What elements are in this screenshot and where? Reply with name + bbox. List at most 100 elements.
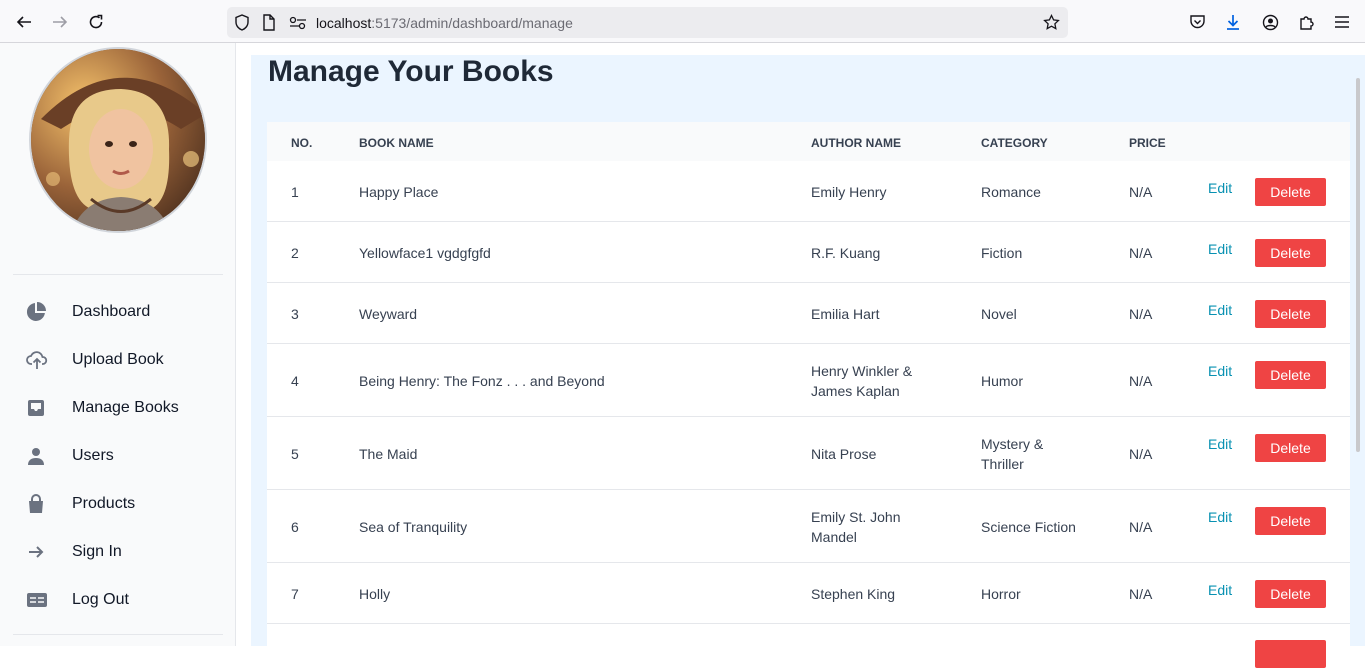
sidebar-item-label: Dashboard xyxy=(72,303,151,320)
cell-price: N/A xyxy=(1129,373,1153,389)
main-content: Manage Your Books NO. BOOK NAME AUTHOR N… xyxy=(251,55,1365,668)
cell-book-name: Happy Place xyxy=(359,184,439,200)
menu-button[interactable] xyxy=(1332,12,1352,32)
hamburger-icon xyxy=(1335,16,1349,28)
column-header-author-name: AUTHOR NAME xyxy=(811,136,901,150)
sidebar-item-label: Sign In xyxy=(72,543,122,560)
cell-price: N/A xyxy=(1129,245,1153,261)
cell-category: Horror xyxy=(981,586,1021,602)
delete-button[interactable]: Delete xyxy=(1255,361,1326,389)
sidebar-item-manage-books[interactable]: Manage Books xyxy=(26,390,216,426)
page-title: Manage Your Books xyxy=(268,55,554,88)
cell-price: N/A xyxy=(1129,519,1153,535)
sidebar-item-label: Users xyxy=(72,447,114,464)
delete-button[interactable]: Delete xyxy=(1255,580,1326,608)
table-row: 7 Holly Stephen King Horror N/A Edit Del… xyxy=(267,563,1350,624)
cell-category: Romance xyxy=(981,184,1041,200)
pocket-icon xyxy=(1189,15,1205,29)
cell-price: N/A xyxy=(1129,306,1153,322)
edit-link[interactable]: Edit xyxy=(1208,180,1232,196)
cell-no: 7 xyxy=(291,586,299,602)
cell-author: Stephen King xyxy=(811,586,896,602)
table-row: 6 Sea of Tranquility Emily St. John Mand… xyxy=(267,490,1350,563)
avatar xyxy=(29,47,207,233)
cell-category: Mystery & Thriller xyxy=(981,436,1044,472)
cell-no: 1 xyxy=(291,184,299,200)
reload-button[interactable] xyxy=(85,11,107,33)
sidebar-item-sign-in[interactable]: Sign In xyxy=(26,534,216,570)
extensions-button[interactable] xyxy=(1296,12,1316,32)
column-header-category: CATEGORY xyxy=(981,136,1048,150)
cell-book-name: The Maid xyxy=(359,446,418,462)
sidebar-item-dashboard[interactable]: Dashboard xyxy=(26,294,216,330)
edit-link[interactable]: Edit xyxy=(1208,363,1232,379)
sidebar-item-log-out[interactable]: Log Out xyxy=(26,582,216,618)
bookmark-star-icon[interactable] xyxy=(1043,14,1060,31)
chart-pie-icon xyxy=(26,301,54,323)
sidebar-item-products[interactable]: Products xyxy=(26,486,216,522)
edit-link[interactable]: Edit xyxy=(1208,241,1232,257)
table-row: 4 Being Henry: The Fonz . . . and Beyond… xyxy=(267,344,1350,417)
page-icon xyxy=(263,14,275,31)
delete-button[interactable]: Delete xyxy=(1255,178,1326,206)
arrow-left-icon xyxy=(16,16,31,28)
forward-button[interactable] xyxy=(49,11,71,33)
url-bar[interactable]: localhost:5173/admin/dashboard/manage xyxy=(227,7,1068,38)
delete-button[interactable]: Delete xyxy=(1255,300,1326,328)
sidebar-item-label: Log Out xyxy=(72,591,129,608)
user-icon xyxy=(26,445,54,467)
account-button[interactable] xyxy=(1260,12,1280,32)
cell-price: N/A xyxy=(1129,184,1153,200)
sidebar-item-upload-book[interactable]: Upload Book xyxy=(26,342,216,378)
delete-button-partial[interactable] xyxy=(1255,640,1326,668)
downloads-button[interactable] xyxy=(1223,12,1243,32)
table-row: 1 Happy Place Emily Henry Romance N/A Ed… xyxy=(267,161,1350,222)
sidebar-item-label: Manage Books xyxy=(72,399,179,416)
sidebar-item-label: Upload Book xyxy=(72,351,164,368)
sidebar-divider xyxy=(13,274,223,275)
table-row: 2 Yellowface1 vgdgfgfd R.F. Kuang Fictio… xyxy=(267,222,1350,283)
shopping-bag-icon xyxy=(26,493,54,515)
cell-book-name: Being Henry: The Fonz . . . and Beyond xyxy=(359,373,605,389)
arrow-right-icon xyxy=(26,541,54,563)
table-row: 3 Weyward Emilia Hart Novel N/A Edit Del… xyxy=(267,283,1350,344)
cell-author: R.F. Kuang xyxy=(811,245,881,261)
sidebar-item-label: Products xyxy=(72,495,136,512)
reload-icon xyxy=(89,14,103,29)
back-button[interactable] xyxy=(13,11,35,33)
edit-link[interactable]: Edit xyxy=(1208,582,1232,598)
inbox-icon xyxy=(26,397,54,419)
edit-link[interactable]: Edit xyxy=(1208,509,1232,525)
column-header-no: NO. xyxy=(291,136,313,150)
cell-category: Fiction xyxy=(981,245,1023,261)
cell-category: Humor xyxy=(981,373,1024,389)
browser-toolbar: localhost:5173/admin/dashboard/manage xyxy=(0,0,1365,43)
download-icon xyxy=(1227,14,1239,30)
scrollbar[interactable] xyxy=(1356,78,1360,452)
cell-no: 3 xyxy=(291,306,299,322)
delete-button[interactable]: Delete xyxy=(1255,507,1326,535)
cell-no: 6 xyxy=(291,519,299,535)
cell-book-name: Weyward xyxy=(359,306,418,322)
edit-link[interactable]: Edit xyxy=(1208,436,1232,452)
cell-author: Emily St. John Mandel xyxy=(811,509,901,545)
pocket-button[interactable] xyxy=(1187,12,1207,32)
shield-icon xyxy=(235,14,249,31)
cell-author: Henry Winkler & James Kaplan xyxy=(811,363,913,399)
table-row xyxy=(267,624,1350,668)
sidebar-item-users[interactable]: Users xyxy=(26,438,216,474)
delete-button[interactable]: Delete xyxy=(1255,239,1326,267)
cell-book-name: Holly xyxy=(359,586,391,602)
cell-author: Emilia Hart xyxy=(811,306,880,322)
cell-category: Science Fiction xyxy=(981,519,1076,535)
edit-link[interactable]: Edit xyxy=(1208,302,1232,318)
cell-category: Novel xyxy=(981,306,1017,322)
account-icon xyxy=(1262,14,1278,30)
cell-price: N/A xyxy=(1129,446,1153,462)
url-text: localhost:5173/admin/dashboard/manage xyxy=(316,15,573,31)
sidebar: Dashboard Upload Book Manage Books Users… xyxy=(0,43,236,646)
cell-no: 4 xyxy=(291,373,299,389)
arrow-right-icon xyxy=(53,16,68,28)
delete-button[interactable]: Delete xyxy=(1255,434,1326,462)
sidebar-divider xyxy=(13,634,223,635)
